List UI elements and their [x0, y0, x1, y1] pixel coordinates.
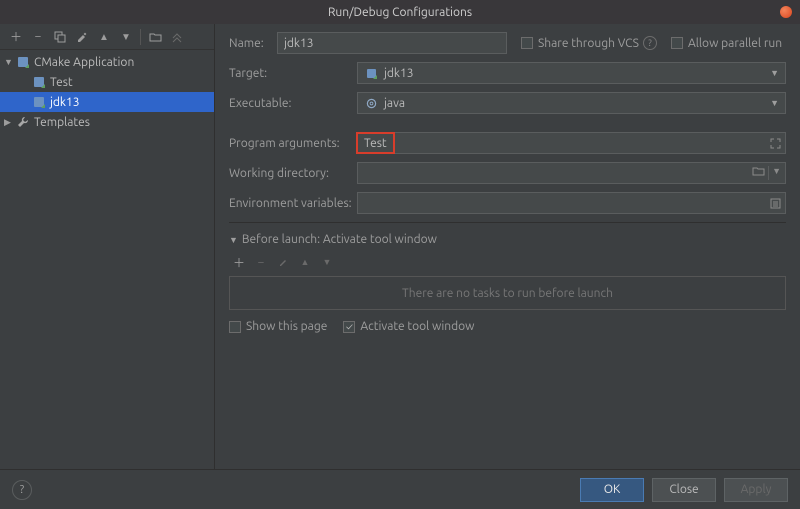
- target-icon: [364, 68, 378, 79]
- chevron-down-icon: ▼: [229, 235, 238, 245]
- share-vcs-label: Share through VCS: [538, 37, 639, 50]
- remove-icon[interactable]: −: [28, 27, 48, 47]
- executable-value: java: [384, 97, 405, 110]
- env-input[interactable]: [357, 192, 786, 214]
- copy-icon[interactable]: [50, 27, 70, 47]
- tree-templates[interactable]: ▶ Templates: [0, 112, 214, 132]
- title-bar: Run/Debug Configurations: [0, 0, 800, 24]
- cmake-icon: [16, 55, 30, 69]
- config-icon: [32, 95, 46, 109]
- divider: [229, 222, 786, 223]
- args-value: Test: [364, 137, 387, 150]
- activate-tool-checkbox[interactable]: Activate tool window: [343, 320, 474, 333]
- args-label: Program arguments:: [229, 137, 357, 150]
- before-launch-tasks: There are no tasks to run before launch: [229, 276, 786, 310]
- gear-icon: [364, 98, 378, 109]
- sidebar: ＋ − ▲ ▼ ▼ CMake Application: [0, 24, 215, 469]
- args-input[interactable]: Test: [357, 132, 786, 154]
- chevron-down-icon: ▼: [770, 68, 779, 78]
- wrench-icon: [16, 115, 30, 129]
- share-vcs-checkbox[interactable]: Share through VCS ?: [521, 36, 657, 50]
- checkbox-icon: [671, 37, 683, 49]
- apply-button: Apply: [724, 478, 788, 502]
- ok-button[interactable]: OK: [580, 478, 644, 502]
- show-page-label: Show this page: [246, 320, 327, 333]
- before-launch-toolbar: ＋ − ▲ ▼: [229, 252, 786, 272]
- checkbox-checked-icon: [343, 321, 355, 333]
- up-icon[interactable]: ▲: [94, 27, 114, 47]
- chevron-down-icon: ▼: [4, 57, 16, 67]
- help-icon[interactable]: ?: [643, 36, 657, 50]
- list-icon[interactable]: [770, 198, 781, 209]
- show-page-checkbox[interactable]: Show this page: [229, 320, 327, 333]
- target-label: Target:: [229, 67, 357, 80]
- tree-item-test[interactable]: Test: [0, 72, 214, 92]
- tree-templates-label: Templates: [34, 116, 90, 129]
- config-tree: ▼ CMake Application Test jdk13 ▶ Templat…: [0, 50, 214, 469]
- main-panel: Name: Share through VCS ? Allow parallel…: [215, 24, 800, 469]
- tree-group-cmake[interactable]: ▼ CMake Application: [0, 52, 214, 72]
- add-icon[interactable]: ＋: [229, 252, 249, 272]
- sidebar-toolbar: ＋ − ▲ ▼: [0, 24, 214, 50]
- name-label: Name:: [229, 37, 277, 50]
- wd-input[interactable]: ▼: [357, 162, 786, 184]
- collapse-icon[interactable]: [167, 27, 187, 47]
- chevron-down-icon: ▼: [770, 98, 779, 108]
- help-button[interactable]: ?: [12, 480, 32, 500]
- chevron-down-icon[interactable]: ▼: [772, 166, 781, 180]
- footer: ? OK Close Apply: [0, 469, 800, 509]
- checkbox-icon: [229, 321, 241, 333]
- checkbox-icon: [521, 37, 533, 49]
- executable-select[interactable]: java ▼: [357, 92, 786, 114]
- expand-icon[interactable]: [770, 138, 781, 149]
- tree-item-label: Test: [50, 76, 73, 89]
- before-launch-header[interactable]: ▼ Before launch: Activate tool window: [229, 233, 786, 246]
- down-icon[interactable]: ▼: [116, 27, 136, 47]
- edit-icon: [273, 252, 293, 272]
- args-highlight: Test: [356, 132, 395, 154]
- config-icon: [32, 75, 46, 89]
- close-button[interactable]: Close: [652, 478, 716, 502]
- target-select[interactable]: jdk13 ▼: [357, 62, 786, 84]
- env-label: Environment variables:: [229, 197, 357, 210]
- wd-label: Working directory:: [229, 167, 357, 180]
- folder-icon[interactable]: [145, 27, 165, 47]
- before-launch-label: Before launch: Activate tool window: [242, 233, 437, 246]
- empty-tasks-label: There are no tasks to run before launch: [402, 287, 613, 300]
- up-icon: ▲: [295, 252, 315, 272]
- parallel-checkbox[interactable]: Allow parallel run: [671, 37, 782, 50]
- tree-group-label: CMake Application: [34, 56, 134, 69]
- close-icon[interactable]: [780, 6, 792, 18]
- add-icon[interactable]: ＋: [6, 27, 26, 47]
- browse-icon[interactable]: [752, 166, 765, 180]
- executable-label: Executable:: [229, 97, 357, 110]
- target-value: jdk13: [384, 67, 414, 80]
- name-input[interactable]: [277, 32, 507, 54]
- tree-item-jdk13[interactable]: jdk13: [0, 92, 214, 112]
- tree-item-label: jdk13: [50, 96, 80, 109]
- down-icon: ▼: [317, 252, 337, 272]
- window-title: Run/Debug Configurations: [328, 6, 472, 19]
- settings-icon[interactable]: [72, 27, 92, 47]
- parallel-label: Allow parallel run: [688, 37, 782, 50]
- activate-tool-label: Activate tool window: [360, 320, 474, 333]
- separator: [140, 29, 141, 45]
- chevron-right-icon: ▶: [4, 117, 16, 128]
- remove-icon: −: [251, 252, 271, 272]
